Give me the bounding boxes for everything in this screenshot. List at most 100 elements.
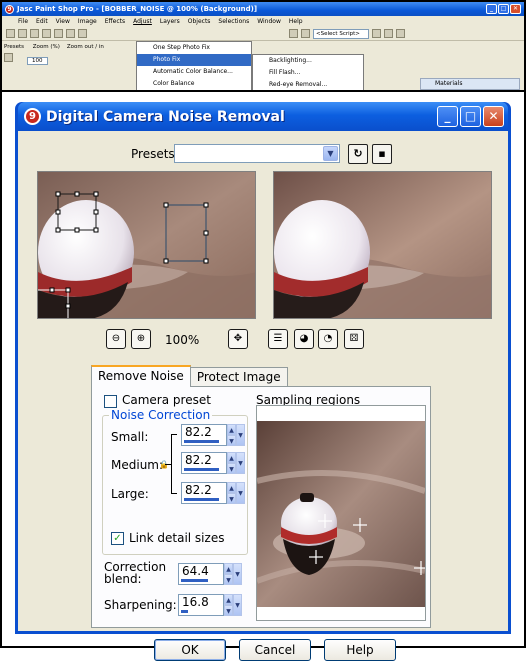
- noise-correction-group: Noise Correction Small: 82.2 ▲ ▼ ▼ Medium:…: [102, 408, 248, 555]
- layer-icon[interactable]: [289, 29, 298, 38]
- chevron-down-icon[interactable]: ▼: [233, 563, 242, 585]
- correction-blend-input[interactable]: 64.4: [178, 563, 224, 585]
- chevron-down-icon[interactable]: ▼: [233, 594, 242, 616]
- proof-icon[interactable]: ◔: [318, 329, 338, 349]
- chevron-down-icon[interactable]: ▼: [323, 146, 338, 161]
- chevron-up-icon[interactable]: ▲: [224, 563, 233, 574]
- menu-selections[interactable]: Selections: [218, 18, 249, 25]
- correction-blend-label: Correction blend:: [104, 560, 167, 586]
- zoom-in-icon[interactable]: ⊕: [131, 329, 151, 349]
- menu-file[interactable]: File: [18, 18, 28, 25]
- medium-input[interactable]: 82.2: [181, 452, 227, 474]
- link-detail-checkbox[interactable]: ✓: [111, 532, 124, 545]
- help-button[interactable]: Help: [324, 639, 396, 661]
- sampling-preview[interactable]: [257, 421, 425, 607]
- chevron-up-icon[interactable]: ▲: [227, 424, 236, 435]
- small-value: 82.2: [185, 425, 212, 439]
- menu-item-photo-fix[interactable]: Photo Fix: [137, 54, 251, 66]
- menu-image[interactable]: Image: [78, 18, 97, 25]
- minimize-button[interactable]: _: [437, 106, 458, 127]
- chevron-down-icon[interactable]: ▼: [227, 493, 236, 504]
- presets-label: Presets:: [131, 147, 179, 161]
- dialog-titlebar[interactable]: 9 Digital Camera Noise Removal _ □ ✕: [18, 102, 508, 131]
- auto-proof-icon[interactable]: ◕: [294, 329, 314, 349]
- chevron-up-icon[interactable]: ▲: [227, 482, 236, 493]
- print-icon[interactable]: [54, 29, 63, 38]
- menu-layers[interactable]: Layers: [160, 18, 180, 25]
- undo-icon[interactable]: [66, 29, 75, 38]
- layer2-icon[interactable]: [301, 29, 310, 38]
- tab-protect-image[interactable]: Protect Image: [189, 367, 288, 387]
- presets-row: Presets: ▼ ↻ ▪: [18, 143, 508, 165]
- ok-button[interactable]: OK: [154, 639, 226, 661]
- sharpening-input[interactable]: 16.8: [178, 594, 224, 616]
- menu-item-color-balance[interactable]: Color Balance: [137, 78, 251, 90]
- menu-adjust[interactable]: Adjust: [133, 18, 152, 25]
- browse-icon[interactable]: [30, 29, 39, 38]
- chevron-down-icon[interactable]: ▼: [227, 463, 236, 474]
- props-zoom-value[interactable]: 100: [27, 57, 48, 65]
- after-preview-image: [274, 172, 491, 318]
- menu-help[interactable]: Help: [289, 18, 303, 25]
- menu-item-fill-flash[interactable]: Fill Flash...: [253, 67, 363, 79]
- tab-remove-noise[interactable]: Remove Noise: [91, 365, 191, 387]
- close-button[interactable]: ✕: [483, 106, 504, 127]
- materials-palette-header[interactable]: Materials: [420, 78, 520, 90]
- sharpening-fill-bar: [181, 610, 188, 613]
- save-preset-icon[interactable]: ▪: [372, 144, 392, 164]
- menu-objects[interactable]: Objects: [188, 18, 211, 25]
- sharpening-spinner[interactable]: 16.8 ▲ ▼ ▼: [178, 594, 242, 616]
- maximize-button[interactable]: □: [460, 106, 481, 127]
- reset-preset-icon[interactable]: ↻: [348, 144, 368, 164]
- zoom-out-icon[interactable]: ⊖: [106, 329, 126, 349]
- menu-effects[interactable]: Effects: [105, 18, 125, 25]
- new-icon[interactable]: [6, 29, 15, 38]
- presets-dropdown[interactable]: ▼: [174, 144, 340, 163]
- run-script-icon[interactable]: [372, 29, 381, 38]
- script-select[interactable]: <Select Script>: [313, 28, 369, 39]
- app-maximize-button[interactable]: □: [498, 4, 509, 14]
- save-icon[interactable]: [42, 29, 51, 38]
- small-input[interactable]: 82.2: [181, 424, 227, 446]
- medium-spinner[interactable]: 82.2 ▲ ▼ ▼: [181, 452, 245, 474]
- noise-correction-title: Noise Correction: [109, 408, 213, 422]
- menu-item-auto-color-balance[interactable]: Automatic Color Balance...: [137, 66, 251, 78]
- sampling-image: [257, 421, 425, 607]
- cancel-button[interactable]: Cancel: [239, 639, 311, 661]
- large-input[interactable]: 82.2: [181, 482, 227, 504]
- props-presets-label: Presets: [4, 44, 25, 50]
- correction-blend-spinner[interactable]: 64.4 ▲ ▼ ▼: [178, 563, 242, 585]
- app-minimize-button[interactable]: _: [486, 4, 497, 14]
- small-spinner[interactable]: 82.2 ▲ ▼ ▼: [181, 424, 245, 446]
- large-spinner[interactable]: 82.2 ▲ ▼ ▼: [181, 482, 245, 504]
- open-icon[interactable]: [18, 29, 27, 38]
- correction-blend-fill-bar: [181, 579, 208, 582]
- edit-script-icon[interactable]: [384, 29, 393, 38]
- chevron-up-icon[interactable]: ▲: [227, 452, 236, 463]
- chevron-down-icon[interactable]: ▼: [236, 482, 245, 504]
- randomize-icon[interactable]: ⚄: [344, 329, 364, 349]
- zoom-percent: 100%: [165, 333, 200, 347]
- chevron-down-icon[interactable]: ▼: [224, 605, 233, 616]
- app-close-button[interactable]: ✕: [510, 4, 521, 14]
- menu-item-red-eye-removal[interactable]: Red-eye Removal...: [253, 79, 363, 90]
- navigate-icon[interactable]: ✥: [228, 329, 248, 349]
- camera-preset-checkbox[interactable]: [104, 395, 117, 408]
- tool-preset-icon[interactable]: [4, 53, 13, 62]
- script-options-icon[interactable]: [396, 29, 405, 38]
- app-title: Jasc Paint Shop Pro - [BOBBER_NOISE @ 10…: [17, 5, 258, 13]
- menu-view[interactable]: View: [56, 18, 70, 25]
- dialog-client: Presets: ▼ ↻ ▪ ⊖ ⊕ 100% ✥ ☰ ◕ ◔ ⚄ Remove…: [18, 131, 508, 661]
- menu-item-backlighting[interactable]: Backlighting...: [253, 55, 363, 67]
- preview-toggle-icon[interactable]: ☰: [268, 329, 288, 349]
- menu-window[interactable]: Window: [257, 18, 281, 25]
- chevron-up-icon[interactable]: ▲: [224, 594, 233, 605]
- before-preview[interactable]: [37, 171, 256, 319]
- chevron-down-icon[interactable]: ▼: [236, 452, 245, 474]
- chevron-down-icon[interactable]: ▼: [236, 424, 245, 446]
- menu-item-one-step-photo-fix[interactable]: One Step Photo Fix: [137, 42, 251, 54]
- chevron-down-icon[interactable]: ▼: [224, 574, 233, 585]
- menu-edit[interactable]: Edit: [36, 18, 48, 25]
- redo-icon[interactable]: [78, 29, 87, 38]
- chevron-down-icon[interactable]: ▼: [227, 435, 236, 446]
